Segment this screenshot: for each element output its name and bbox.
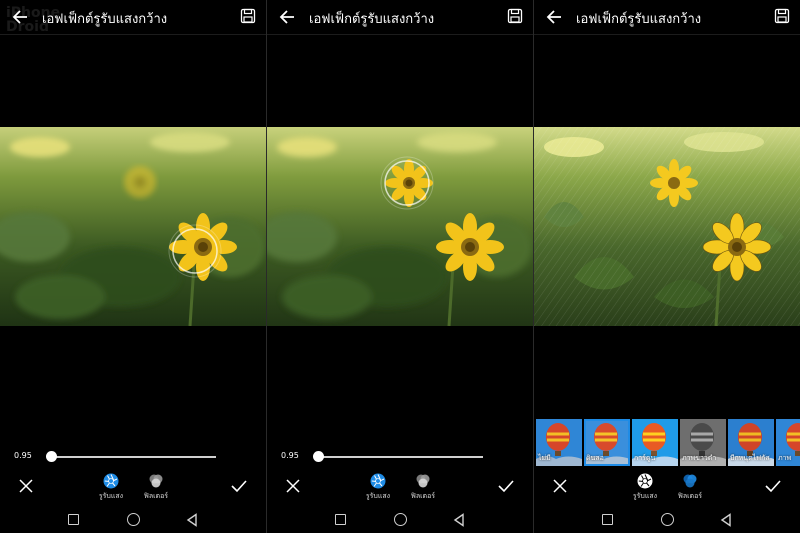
photo-image — [0, 127, 266, 326]
aperture-slider[interactable]: 0.95 — [0, 446, 266, 466]
aperture-tool-button[interactable]: รูรับแสง — [625, 473, 665, 503]
photo-image — [534, 127, 800, 326]
aperture-tool-label: รูรับแสง — [98, 492, 124, 500]
recent-apps-icon[interactable] — [602, 514, 613, 525]
aperture-tool-label: รูรับแสง — [365, 492, 391, 500]
photo-image — [267, 127, 533, 326]
filter-label: ภาพขาวดำ — [682, 454, 717, 462]
bottom-toolbar: รูรับแสง ฟิลเตอร์ — [267, 470, 533, 504]
filter-label: ไม่มี — [538, 454, 551, 462]
aperture-icon — [637, 473, 653, 489]
back-nav-icon[interactable] — [719, 513, 733, 527]
aperture-tool-button[interactable]: รูรับแสง — [358, 473, 398, 503]
filter-thumb-bokeh[interactable]: บีกหนุดไฟกัส — [728, 419, 774, 466]
check-icon[interactable] — [497, 477, 515, 495]
photo-canvas[interactable] — [0, 127, 266, 326]
aperture-slider[interactable]: 0.95 — [267, 446, 533, 466]
bottom-toolbar: รูรับแสง ฟิลเตอร์ — [534, 470, 800, 504]
home-icon[interactable] — [127, 513, 140, 526]
back-nav-icon[interactable] — [185, 513, 199, 527]
system-nav-bar — [267, 505, 533, 533]
filter-tool-button[interactable]: ฟิลเตอร์ — [136, 473, 176, 503]
bottom-toolbar: รูรับแสง ฟิลเตอร์ — [0, 470, 266, 504]
save-icon[interactable] — [507, 8, 523, 24]
back-arrow-icon[interactable] — [276, 6, 298, 28]
aperture-tool-label: รูรับแสง — [632, 492, 658, 500]
filter-strip[interactable]: ไม่มี ดินสอ การ์ตูน ภาพขาวดำ บีกหนุดไฟกั… — [534, 419, 800, 466]
aperture-icon — [370, 473, 386, 489]
filter-label: การ์ตูน — [634, 454, 656, 462]
photo-canvas[interactable] — [267, 127, 533, 326]
filter-icon — [683, 474, 697, 488]
editor-panel-aperture-focus-near: iPhone Droid เอฟเฟ็กต์รูรับแสงกว้าง 0.95… — [0, 0, 266, 533]
top-divider — [0, 34, 266, 35]
filter-thumb-mono[interactable]: ภาพขาวดำ — [680, 419, 726, 466]
back-arrow-icon[interactable] — [543, 6, 565, 28]
filter-tool-button[interactable]: ฟิลเตอร์ — [403, 473, 443, 503]
slider-value: 0.95 — [14, 451, 32, 460]
slider-track[interactable] — [317, 456, 483, 458]
system-nav-bar — [0, 505, 266, 533]
editor-panel-filters: เอฟเฟ็กต์รูรับแสงกว้าง ไม่มี ดินสอ การ์ต… — [534, 0, 800, 533]
slider-thumb[interactable] — [312, 451, 324, 462]
filter-label: ดินสอ — [586, 454, 604, 462]
page-title: เอฟเฟ็กต์รูรับแสงกว้าง — [309, 12, 435, 27]
system-nav-bar — [534, 505, 800, 533]
save-icon[interactable] — [240, 8, 256, 24]
back-nav-icon[interactable] — [452, 513, 466, 527]
check-icon[interactable] — [230, 477, 248, 495]
filter-tool-label: ฟิลเตอร์ — [410, 492, 436, 500]
filter-tool-label: ฟิลเตอร์ — [143, 492, 169, 500]
filter-thumb-cartoon[interactable]: การ์ตูน — [632, 419, 678, 466]
check-icon[interactable] — [764, 477, 782, 495]
filter-label: ภาพ — [778, 454, 792, 462]
close-icon[interactable] — [18, 478, 34, 494]
slider-track[interactable] — [50, 456, 216, 458]
back-arrow-icon[interactable] — [9, 6, 31, 28]
page-title: เอฟเฟ็กต์รูรับแสงกว้าง — [576, 12, 702, 27]
slider-value: 0.95 — [281, 451, 299, 460]
home-icon[interactable] — [661, 513, 674, 526]
top-bar: เอฟเฟ็กต์รูรับแสงกว้าง — [267, 0, 533, 34]
filter-tool-button[interactable]: ฟิลเตอร์ — [670, 473, 710, 503]
filter-icon — [416, 474, 430, 488]
filter-tool-label: ฟิลเตอร์ — [677, 492, 703, 500]
aperture-tool-button[interactable]: รูรับแสง — [91, 473, 131, 503]
top-bar: เอฟเฟ็กต์รูรับแสงกว้าง — [0, 0, 266, 34]
aperture-icon — [103, 473, 119, 489]
filter-thumb-pencil[interactable]: ดินสอ — [584, 419, 630, 466]
filter-icon — [149, 474, 163, 488]
close-icon[interactable] — [552, 478, 568, 494]
top-divider — [534, 34, 800, 35]
slider-thumb[interactable] — [45, 451, 57, 462]
save-icon[interactable] — [774, 8, 790, 24]
recent-apps-icon[interactable] — [68, 514, 79, 525]
close-icon[interactable] — [285, 478, 301, 494]
filter-thumb-more[interactable]: ภาพ — [776, 419, 800, 466]
home-icon[interactable] — [394, 513, 407, 526]
page-title: เอฟเฟ็กต์รูรับแสงกว้าง — [42, 12, 168, 27]
recent-apps-icon[interactable] — [335, 514, 346, 525]
filter-label: บีกหนุดไฟกัส — [730, 454, 770, 462]
top-bar: เอฟเฟ็กต์รูรับแสงกว้าง — [534, 0, 800, 34]
photo-canvas[interactable] — [534, 127, 800, 326]
filter-thumb-none[interactable]: ไม่มี — [536, 419, 582, 466]
editor-panel-aperture-focus-far: เอฟเฟ็กต์รูรับแสงกว้าง 0.95 รูรับแสง ฟิล… — [267, 0, 533, 533]
top-divider — [267, 34, 533, 35]
